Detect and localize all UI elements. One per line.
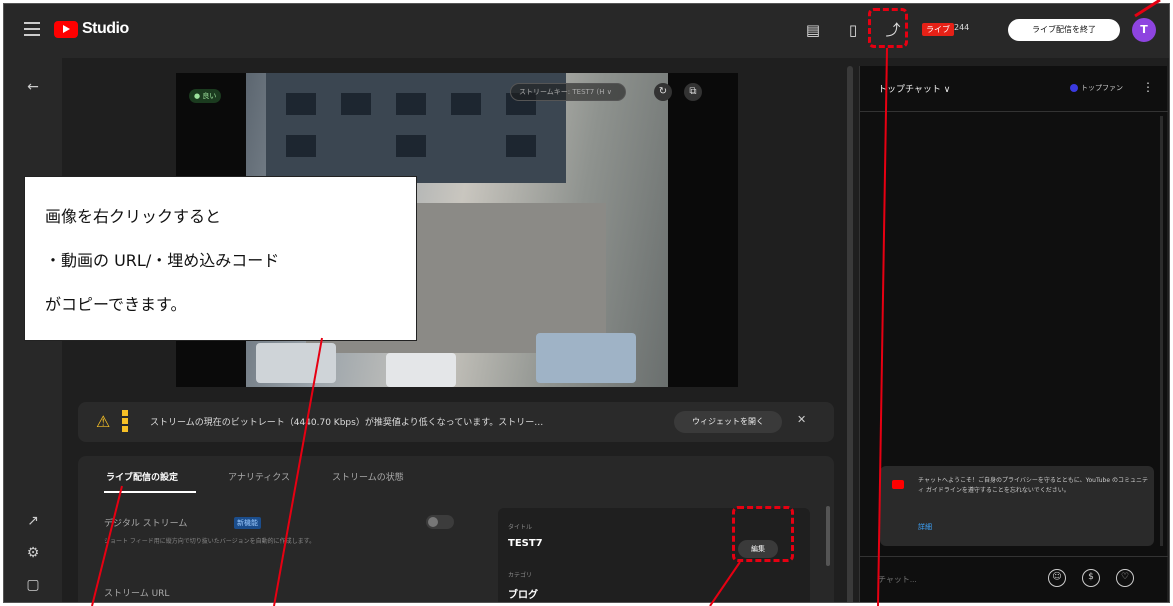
super-chat-icon[interactable]: $ — [1082, 569, 1100, 587]
learn-more-link[interactable]: 詳細 — [918, 522, 932, 532]
tab-stream-settings[interactable]: ライブ配信の設定 — [106, 470, 178, 483]
youtube-icon — [892, 480, 904, 489]
highlight-share-box — [868, 8, 908, 48]
external-link-icon[interactable]: ↗ — [24, 512, 42, 530]
warning-icon: ⚠ — [96, 412, 111, 431]
title-label: タイトル — [508, 524, 533, 531]
chat-scrollbar[interactable] — [1160, 116, 1163, 546]
title-value: TEST7 — [508, 538, 543, 549]
live-duration: 244 — [954, 23, 970, 32]
annotation-line-1: 画像を右クリックすると — [45, 207, 222, 226]
chat-welcome-message: チャットへようこそ！ご自身のプライバシーを守るとともに、YouTube のコミュ… — [880, 466, 1154, 546]
live-badge: ライブ — [922, 23, 954, 36]
refresh-icon[interactable]: ↻ — [654, 83, 672, 101]
fan-dot-icon — [1070, 84, 1078, 92]
youtube-studio-logo[interactable]: Studio — [54, 20, 129, 38]
youtube-play-icon — [54, 20, 78, 38]
tab-analytics[interactable]: アナリティクス — [228, 470, 290, 483]
top-bar: Studio ▤ ▯ ⤴ ライブ 244 ライブ配信を終了 T — [4, 4, 1169, 58]
back-arrow-icon[interactable]: ← — [24, 78, 42, 96]
warning-text: ストリームの現在のビットレート（4440.70 Kbps）が推奨値より低くなって… — [150, 418, 544, 428]
panel-scrollbar[interactable] — [826, 506, 830, 566]
copy-icon[interactable]: ⧉ — [684, 83, 702, 101]
clapperboard-icon[interactable]: ▤ — [804, 21, 822, 39]
chat-input-bar: ☺ $ ♡ — [860, 556, 1168, 602]
feedback-icon[interactable]: ▢ — [24, 576, 42, 594]
tab-stream-health[interactable]: ストリームの状態 — [332, 470, 404, 483]
stream-key-selector[interactable]: ストリームキー: TEST7 (H ∨ — [510, 83, 626, 101]
highlight-edit-box — [732, 506, 794, 562]
active-tab-indicator — [104, 491, 196, 493]
dvr-toggle[interactable] — [426, 515, 454, 529]
top-fan-chip[interactable]: トップファン — [1070, 83, 1123, 93]
stream-url-label: ストリーム URL — [104, 589, 170, 599]
stream-settings-panel: ライブ配信の設定 アナリティクス ストリームの状態 デジタル ストリーム 新機能… — [78, 456, 834, 602]
heart-icon[interactable]: ♡ — [1116, 569, 1134, 587]
annotation-line-3: がコピーできます。 — [45, 295, 187, 314]
category-value: ブログ — [508, 590, 538, 601]
close-icon[interactable]: ✕ — [797, 413, 806, 426]
emoji-icon[interactable]: ☺ — [1048, 569, 1066, 587]
menu-icon[interactable] — [24, 22, 40, 36]
annotation-line-2: ・動画の URL/・埋め込みコード — [45, 251, 280, 270]
bitrate-warning-bar: ⚠ ストリームの現在のビットレート（4440.70 Kbps）が推奨値より低くな… — [78, 402, 834, 442]
chat-header: トップチャット ∨ トップファン ⋮ — [860, 66, 1168, 112]
dvr-label: デジタル ストリーム — [104, 519, 188, 529]
gear-icon[interactable]: ⚙ — [24, 544, 42, 562]
signal-bars-icon — [122, 410, 130, 434]
welcome-text: チャットへようこそ！ご自身のプライバシーを守るとともに、YouTube のコミュ… — [918, 477, 1148, 494]
avatar[interactable]: T — [1132, 18, 1156, 42]
bookmark-icon[interactable]: ▯ — [844, 21, 862, 39]
open-widget-button[interactable]: ウィジェットを開く — [674, 411, 782, 433]
stream-health-badge: ● 良い — [189, 89, 222, 103]
chat-input[interactable] — [878, 569, 1018, 589]
main-scrollbar[interactable] — [847, 66, 853, 602]
chat-mode-selector[interactable]: トップチャット ∨ — [878, 82, 950, 95]
brand-name: Studio — [82, 20, 129, 37]
new-badge: 新機能 — [234, 517, 261, 529]
more-options-icon[interactable]: ⋮ — [1142, 80, 1154, 94]
dvr-description: ショート フィード用に縦方向で切り抜いたバージョンを自動的に作成します。 — [104, 538, 316, 545]
live-chat-pane: トップチャット ∨ トップファン ⋮ チャットへようこそ！ご自身のプライバシーを… — [859, 66, 1168, 602]
annotation-callout: 画像を右クリックすると ・動画の URL/・埋め込みコード がコピーできます。 — [24, 176, 417, 341]
category-label: カテゴリ — [508, 572, 533, 579]
end-stream-button[interactable]: ライブ配信を終了 — [1008, 19, 1120, 41]
top-fan-label: トップファン — [1081, 84, 1123, 92]
